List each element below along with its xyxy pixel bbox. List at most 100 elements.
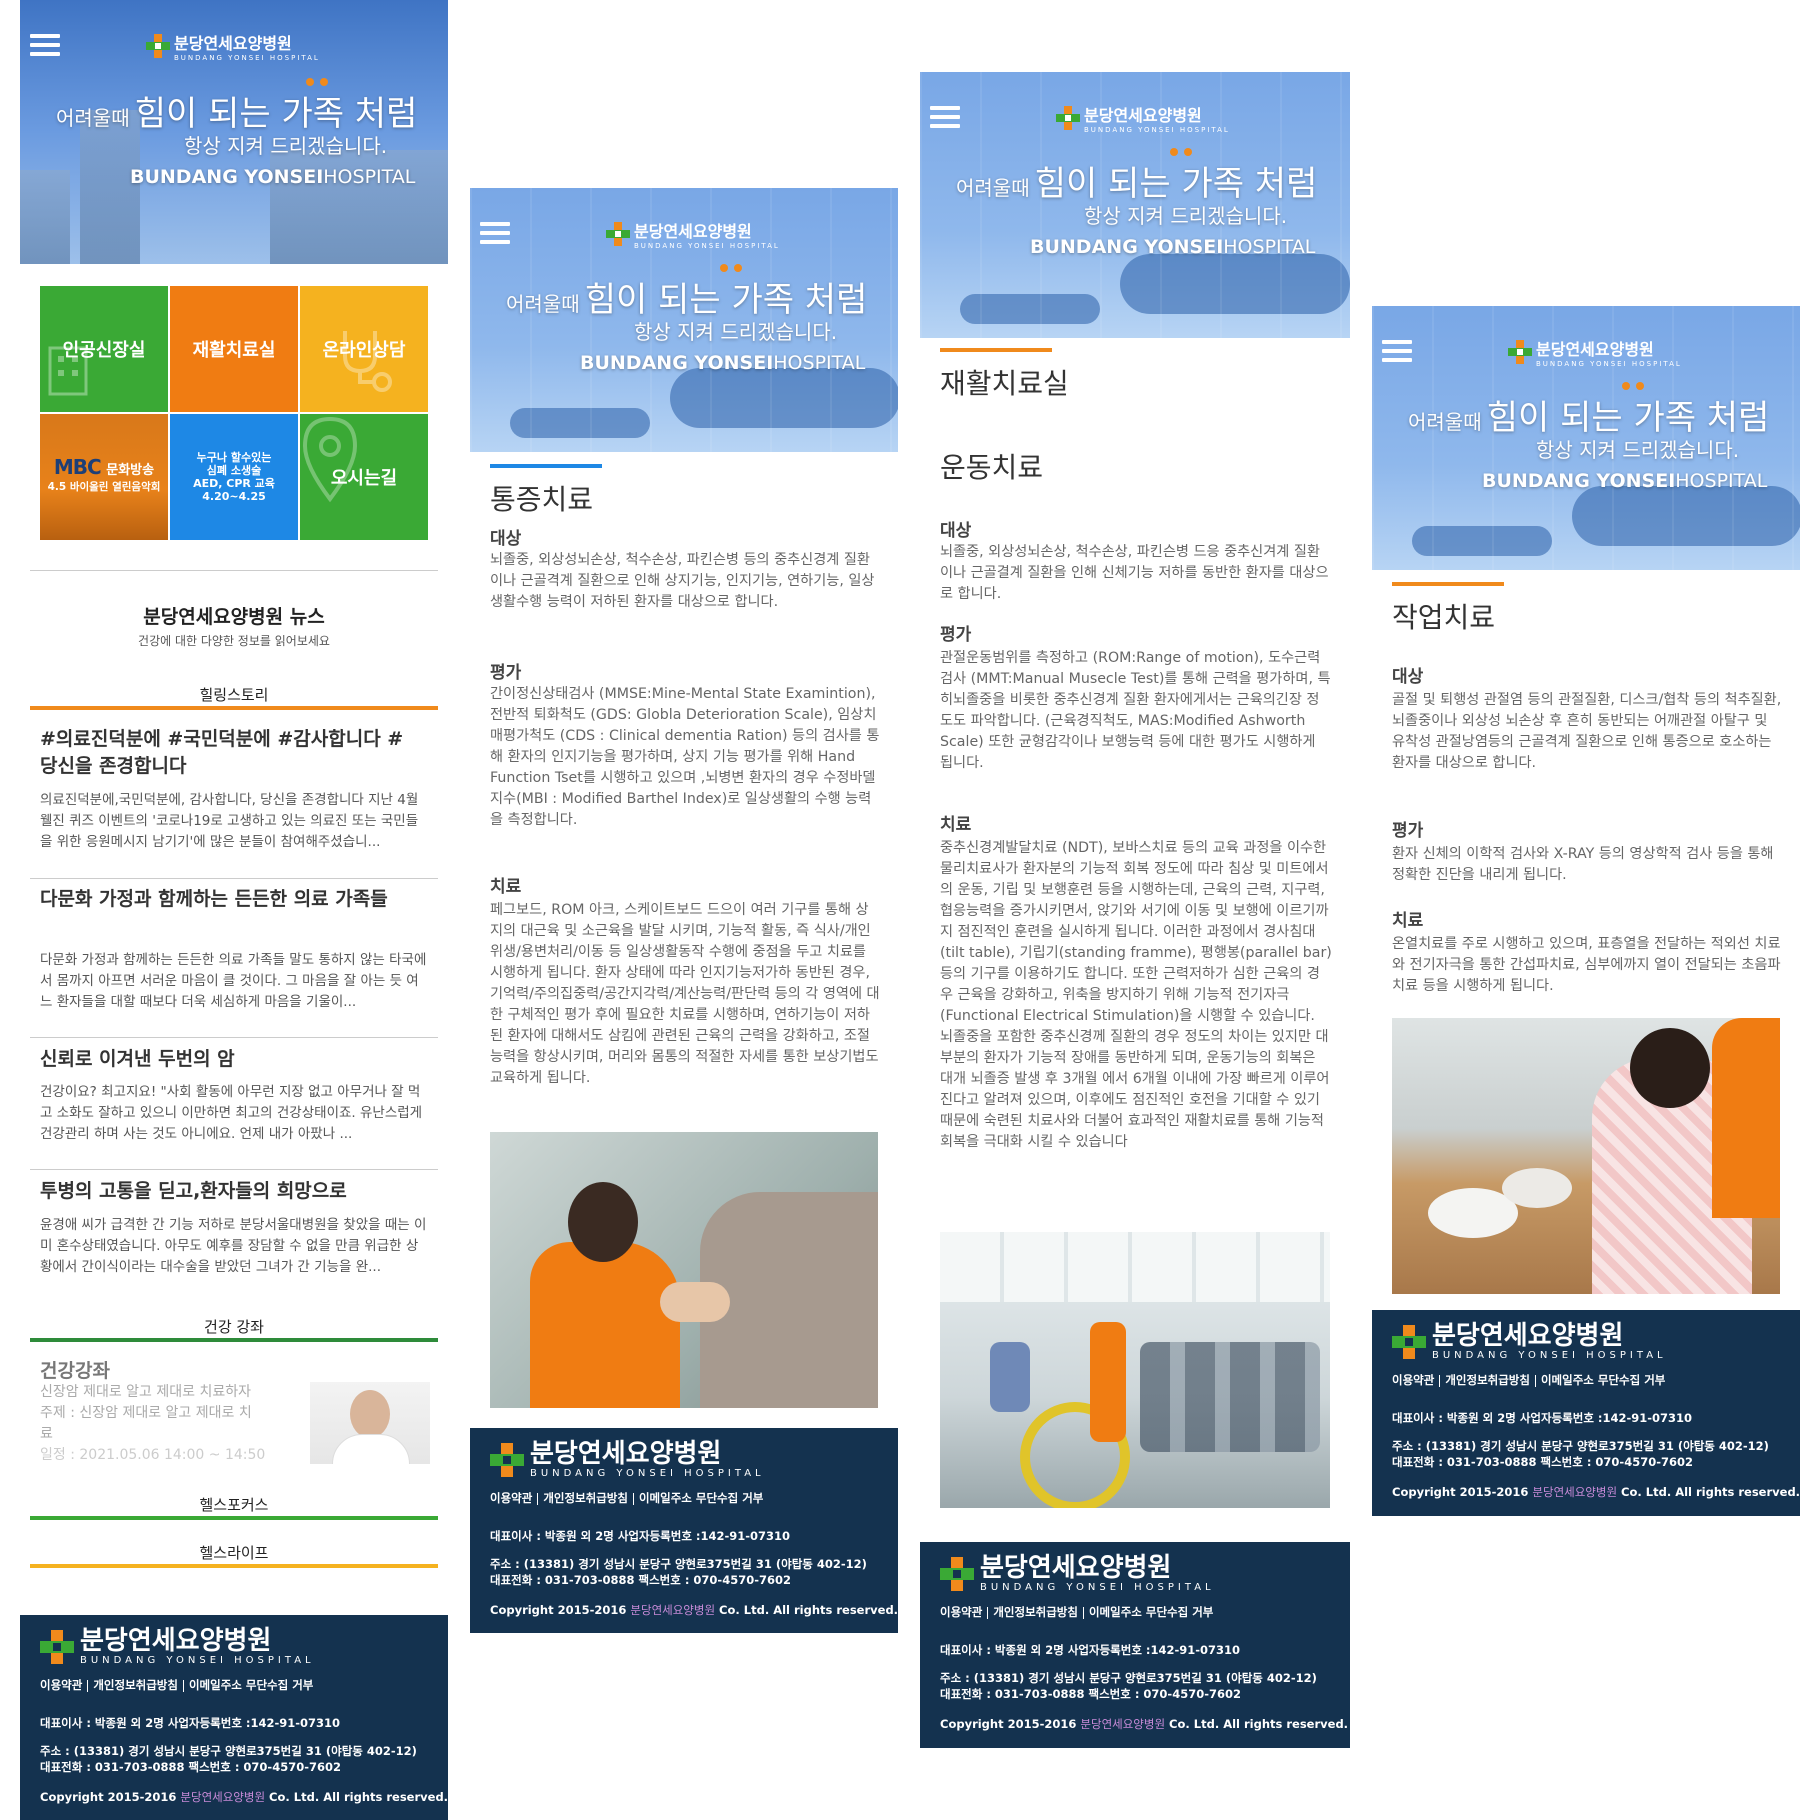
logo-name: 분당연세요양병원: [1084, 106, 1202, 125]
footer-logo[interactable]: 분당연세요양병원 BUNDANG YONSEI HOSPITAL: [1392, 1322, 1667, 1361]
hero-subline: 항상 지켜 드리겠습니다.: [184, 134, 388, 158]
title-accent: [490, 464, 602, 468]
footer-logo-sub: BUNDANG YONSEI HOSPITAL: [80, 1655, 315, 1666]
article-excerpt: 윤경애 씨가 급격한 간 기능 저하로 분당서울대병원을 찾았을 때는 이미 혼…: [40, 1217, 427, 1275]
tile-cpr-line4: 4.20~4.25: [202, 490, 266, 503]
email-refusal-link[interactable]: 이메일주소 무단수집 거부: [189, 1678, 313, 1692]
page-title: 재활치료실: [940, 367, 1069, 400]
eval-heading: 평가: [940, 625, 972, 645]
tile-mbc-concert[interactable]: MBC 문화방송 4.5 바이올린 열린음악회: [40, 414, 168, 540]
footer-copyright: Copyright 2015-2016 분당연세요양병원 Co. Ltd. Al…: [1392, 1484, 1800, 1500]
hero-headline: 어려울때 힘이 되는 가족 처럼: [506, 272, 867, 321]
terms-link[interactable]: 이용약관: [940, 1605, 982, 1619]
email-refusal-link[interactable]: 이메일주소 무단수집 거부: [639, 1491, 763, 1505]
gym-photo: [940, 1232, 1330, 1508]
treat-text: 온열치료를 주로 시행하고 있으며, 표층열을 전달하는 적외선 치료와 전기자…: [1392, 936, 1781, 994]
hamburger-icon[interactable]: [30, 34, 60, 56]
hero-brand-bold: BUNDANG YONSEI: [130, 166, 324, 188]
occupational-photo: [1392, 1018, 1780, 1294]
copy-name: 분당연세요양병원: [180, 1790, 266, 1804]
hero-brand-bold: BUNDANG YONSEI: [1482, 470, 1676, 492]
copy-post: Co. Ltd. All rights reserved.: [265, 1790, 449, 1804]
footer-copyright: Copyright 2015-2016 분당연세요양병원 Co. Ltd. Al…: [490, 1602, 898, 1618]
pain-panel: 분당연세요양병원 BUNDANG YONSEI HOSPITAL 어려울때 힘이 …: [470, 188, 898, 1634]
terms-link[interactable]: 이용약관: [40, 1678, 82, 1692]
email-refusal-link[interactable]: 이메일주소 무단수집 거부: [1089, 1605, 1213, 1619]
article-title[interactable]: #의료진덕분에 #국민덕분에 #감사합니다 #당신을 존경합니다: [40, 726, 420, 780]
hero-brand-light: HOSPITAL: [323, 166, 416, 188]
logo-sub: BUNDANG YONSEI HOSPITAL: [174, 54, 320, 62]
lecture-line: 일정 : 2021.05.06 14:00 ~ 14:50: [40, 1447, 266, 1463]
lecturer-photo: [310, 1382, 430, 1464]
hamburger-icon[interactable]: [1382, 340, 1412, 362]
treat-heading: 치료: [1392, 911, 1424, 931]
footer-address: 주소 : (13381) 경기 성남시 분당구 양현로375번길 31 (야탑동…: [1392, 1439, 1769, 1453]
privacy-link[interactable]: 개인정보취급방침: [543, 1491, 628, 1505]
header-logo[interactable]: 분당연세요양병원 BUNDANG YONSEI HOSPITAL: [1508, 336, 1682, 368]
cat-life-bar: [30, 1564, 438, 1568]
cat-health-life[interactable]: 헬스라이프: [30, 1542, 438, 1563]
hero-headline: 어려울때 힘이 되는 가족 처럼: [1408, 390, 1769, 439]
tile-cpr[interactable]: 누구나 할수있는 심폐 소생술 AED, CPR 교육 4.20~4.25: [170, 414, 298, 540]
cat-health-focus[interactable]: 헬스포커스: [30, 1494, 438, 1515]
hero-headline-big: 힘이 되는 가족 처럼: [1486, 398, 1770, 438]
cat-health-lecture[interactable]: 건강 강좌: [30, 1316, 438, 1337]
header-logo[interactable]: 분당연세요양병원 BUNDANG YONSEI HOSPITAL: [606, 218, 780, 250]
copy-name: 분당연세요양병원: [1532, 1485, 1618, 1499]
logo-icon: [40, 1629, 74, 1664]
hero-brand-bold: BUNDANG YONSEI: [580, 352, 774, 374]
target-heading: 대상: [490, 529, 522, 549]
hero-brandline: BUNDANG YONSEIHOSPITAL: [1482, 470, 1767, 492]
lecture-item[interactable]: 건강강좌 신장암 제대로 알고 제대로 치료하자 주제 : 신장암 제대로 알고…: [40, 1352, 430, 1464]
article-excerpt: 다문화 가정과 함께하는 든든한 의료 가족들 말도 통하지 않는 타국에서 몸…: [40, 952, 427, 1010]
copy-pre: Copyright 2015-2016: [490, 1603, 631, 1617]
footer-logo[interactable]: 분당연세요양병원 BUNDANG YONSEI HOSPITAL: [490, 1440, 765, 1479]
tile-consult[interactable]: 온라인상담: [300, 286, 428, 412]
tile-dialysis-label: 인공신장실: [62, 340, 146, 361]
article-excerpt: 의료진덕분에,국민덕분에, 감사합니다, 당신을 존경합니다 지난 4월 웰진 …: [40, 792, 419, 850]
tile-rehab[interactable]: 재활치료실: [170, 286, 298, 412]
map-pin-icon: [302, 416, 358, 503]
treat-heading: 치료: [490, 877, 522, 897]
page-title: 통증치료: [490, 483, 594, 516]
hero-headline-small: 어려울때: [56, 106, 130, 130]
tile-mbc-logo: MBC: [53, 455, 102, 479]
privacy-link[interactable]: 개인정보취급방침: [1445, 1373, 1530, 1387]
footer-ceo: 대표이사 : 박종원 외 2명 사업자등록번호 :142-91-07310: [940, 1643, 1241, 1657]
privacy-link[interactable]: 개인정보취급방침: [993, 1605, 1078, 1619]
target-text: 골절 및 퇴행성 관절염 등의 관절질환, 디스크/협착 등의 척추질환, 뇌졸…: [1392, 692, 1782, 771]
hero-subline: 항상 지켜 드리겠습니다.: [1084, 204, 1288, 228]
target-heading: 대상: [940, 521, 972, 541]
terms-link[interactable]: 이용약관: [1392, 1373, 1434, 1387]
cat-healing-story[interactable]: 힐링스토리: [30, 684, 438, 705]
header-logo[interactable]: 분당연세요양병원 BUNDANG YONSEI HOSPITAL: [146, 30, 320, 62]
tile-mbc-sub: 4.5 바이올린 열린음악회: [47, 481, 161, 493]
article-title[interactable]: 투병의 고통을 딛고,환자들의 희망으로: [40, 1178, 430, 1205]
email-refusal-link[interactable]: 이메일주소 무단수집 거부: [1541, 1373, 1665, 1387]
hamburger-icon[interactable]: [930, 106, 960, 128]
privacy-link[interactable]: 개인정보취급방침: [93, 1678, 178, 1692]
footer-logo[interactable]: 분당연세요양병원 BUNDANG YONSEI HOSPITAL: [940, 1554, 1215, 1593]
footer-copyright: Copyright 2015-2016 분당연세요양병원 Co. Ltd. Al…: [940, 1716, 1348, 1732]
copy-name: 분당연세요양병원: [1080, 1717, 1166, 1731]
hamburger-icon[interactable]: [480, 222, 510, 244]
target-text: 뇌졸중, 외상성뇌손상, 척수손상, 파킨슨병 등의 중추신경계 질환이나 근골…: [490, 552, 875, 610]
logo-name: 분당연세요양병원: [174, 34, 292, 53]
article-title[interactable]: 신뢰로 이겨낸 두번의 암: [40, 1046, 420, 1073]
title-accent: [940, 348, 1052, 352]
tile-directions[interactable]: 오시는길: [300, 414, 428, 540]
home-panel: 분당연세요양병원 BUNDANG YONSEI HOSPITAL 어려울때 힘이 …: [20, 0, 448, 1820]
hero-headline-big: 힘이 되는 가족 처럼: [584, 280, 868, 320]
footer-logo[interactable]: 분당연세요양병원 BUNDANG YONSEI HOSPITAL: [40, 1627, 315, 1666]
logo-name: 분당연세요양병원: [634, 222, 752, 241]
tile-dialysis[interactable]: 인공신장실: [40, 286, 168, 412]
footer-logo-sub: BUNDANG YONSEI HOSPITAL: [530, 1468, 765, 1479]
footer-address: 주소 : (13381) 경기 성남시 분당구 양현로375번길 31 (야탑동…: [940, 1671, 1317, 1685]
header-logo[interactable]: 분당연세요양병원 BUNDANG YONSEI HOSPITAL: [1056, 102, 1230, 134]
footer-logo-name: 분당연세요양병원: [980, 1553, 1172, 1583]
hero-brand-light: HOSPITAL: [1675, 470, 1768, 492]
copy-post: Co. Ltd. All rights reserved.: [1617, 1485, 1801, 1499]
title-accent: [1392, 582, 1504, 586]
article-title[interactable]: 다문화 가정과 함께하는 든든한 의료 가족들: [40, 886, 420, 913]
terms-link[interactable]: 이용약관: [490, 1491, 532, 1505]
